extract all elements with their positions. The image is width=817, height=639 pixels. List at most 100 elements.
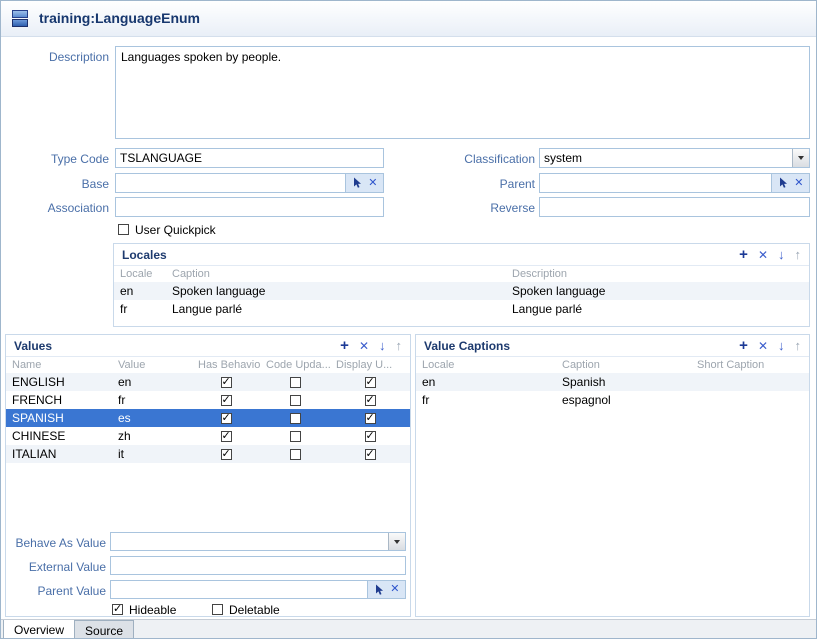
value-captions-title: Value Captions: [424, 339, 510, 353]
parent-value-label: Parent Value: [6, 584, 106, 598]
base-picker: ✕: [345, 174, 383, 192]
display-update-checkbox[interactable]: [365, 449, 376, 460]
value-row[interactable]: ITALIAN it: [6, 445, 410, 463]
reverse-label: Reverse: [401, 201, 535, 215]
column-header: Value: [112, 359, 192, 371]
move-down-icon[interactable]: ↓: [379, 339, 386, 352]
has-behavior-checkbox[interactable]: [221, 377, 232, 388]
move-up-icon[interactable]: ↑: [795, 339, 802, 352]
column-header: Has Behavior: [192, 359, 260, 371]
column-header: Short Caption: [691, 359, 809, 371]
name-cell: ENGLISH: [6, 375, 112, 389]
value-captions-toolbar: + ✕ ↓ ↑: [739, 338, 801, 353]
display-update-checkbox[interactable]: [365, 413, 376, 424]
parent-picker: ✕: [771, 174, 809, 192]
enum-icon: [11, 9, 31, 29]
caption-cell: Spanish: [556, 375, 691, 389]
move-up-icon[interactable]: ↑: [795, 248, 802, 261]
values-toolbar: + ✕ ↓ ↑: [340, 338, 402, 353]
column-header: Description: [506, 268, 809, 280]
chevron-down-icon[interactable]: [792, 149, 809, 167]
base-value: [116, 174, 345, 192]
value-captions-panel: Value Captions + ✕ ↓ ↑ Locale Caption Sh…: [415, 334, 810, 617]
tab-overview[interactable]: Overview: [3, 620, 75, 639]
code-update-checkbox[interactable]: [290, 395, 301, 406]
column-header: Locale: [416, 359, 556, 371]
column-header: Display U...: [330, 359, 410, 371]
display-update-checkbox[interactable]: [365, 377, 376, 388]
name-cell: ITALIAN: [6, 447, 112, 461]
values-title: Values: [14, 339, 52, 353]
add-icon[interactable]: +: [739, 338, 748, 353]
locales-header: Locales + ✕ ↓ ↑: [114, 244, 809, 266]
code-update-checkbox[interactable]: [290, 431, 301, 442]
behave-as-value-label: Behave As Value: [6, 536, 106, 550]
base-label: Base: [1, 177, 109, 191]
reverse-input[interactable]: [539, 197, 810, 217]
column-header: Caption: [166, 268, 506, 280]
delete-icon[interactable]: ✕: [758, 249, 768, 261]
move-up-icon[interactable]: ↑: [396, 339, 403, 352]
pick-cursor-icon[interactable]: [352, 177, 363, 189]
value-row[interactable]: SPANISH es: [6, 409, 410, 427]
association-input[interactable]: [115, 197, 384, 217]
name-cell: CHINESE: [6, 429, 112, 443]
locale-row[interactable]: en Spoken language Spoken language: [114, 282, 809, 300]
delete-icon[interactable]: ✕: [359, 340, 369, 352]
code-update-checkbox[interactable]: [290, 377, 301, 388]
move-down-icon[interactable]: ↓: [778, 248, 785, 261]
display-update-checkbox[interactable]: [365, 431, 376, 442]
external-value-input[interactable]: [110, 556, 406, 575]
values-column-headers: Name Value Has Behavior Code Upda... Dis…: [6, 357, 410, 373]
type-code-input[interactable]: [115, 148, 384, 168]
delete-icon[interactable]: ✕: [758, 340, 768, 352]
code-update-checkbox[interactable]: [290, 413, 301, 424]
parent-input[interactable]: ✕: [539, 173, 810, 193]
tab-source[interactable]: Source: [74, 620, 134, 639]
name-cell: FRENCH: [6, 393, 112, 407]
clear-icon[interactable]: ✕: [390, 584, 399, 595]
hideable-label: Hideable: [129, 603, 176, 617]
add-icon[interactable]: +: [739, 247, 748, 262]
locales-column-headers: Locale Caption Description: [114, 266, 809, 282]
add-icon[interactable]: +: [340, 338, 349, 353]
user-quickpick-checkbox[interactable]: [118, 224, 129, 235]
description-cell: Langue parlé: [506, 302, 809, 316]
pick-cursor-icon[interactable]: [374, 584, 385, 596]
association-label: Association: [1, 201, 109, 215]
value-row[interactable]: CHINESE zh: [6, 427, 410, 445]
type-code-label: Type Code: [1, 152, 109, 166]
pick-cursor-icon[interactable]: [778, 177, 789, 189]
value-caption-row[interactable]: en Spanish: [416, 373, 809, 391]
clear-icon[interactable]: ✕: [794, 178, 803, 189]
caption-cell: espagnol: [556, 393, 691, 407]
has-behavior-checkbox[interactable]: [221, 395, 232, 406]
classification-select[interactable]: system: [539, 148, 810, 168]
description-input[interactable]: Languages spoken by people.: [115, 46, 810, 139]
display-update-checkbox[interactable]: [365, 395, 376, 406]
clear-icon[interactable]: ✕: [368, 178, 377, 189]
value-row[interactable]: FRENCH fr: [6, 391, 410, 409]
value-cell: zh: [112, 429, 192, 443]
behave-as-value-select[interactable]: [110, 532, 406, 551]
editor-tabbar: Overview Source: [1, 619, 816, 639]
chevron-down-icon[interactable]: [388, 533, 405, 550]
has-behavior-checkbox[interactable]: [221, 413, 232, 424]
value-cell: it: [112, 447, 192, 461]
code-update-checkbox[interactable]: [290, 449, 301, 460]
move-down-icon[interactable]: ↓: [778, 339, 785, 352]
column-header: Locale: [114, 268, 166, 280]
has-behavior-checkbox[interactable]: [221, 449, 232, 460]
value-row[interactable]: ENGLISH en: [6, 373, 410, 391]
deletable-checkbox[interactable]: [212, 604, 223, 615]
hideable-checkbox[interactable]: [112, 604, 123, 615]
locale-row[interactable]: fr Langue parlé Langue parlé: [114, 300, 809, 318]
page-title: training:LanguageEnum: [39, 10, 200, 26]
deletable-label: Deletable: [229, 603, 280, 617]
parent-value-input[interactable]: ✕: [110, 580, 406, 599]
has-behavior-checkbox[interactable]: [221, 431, 232, 442]
base-input[interactable]: ✕: [115, 173, 384, 193]
editor-header: training:LanguageEnum: [1, 1, 816, 37]
value-caption-row[interactable]: fr espagnol: [416, 391, 809, 409]
value-cell: en: [112, 375, 192, 389]
